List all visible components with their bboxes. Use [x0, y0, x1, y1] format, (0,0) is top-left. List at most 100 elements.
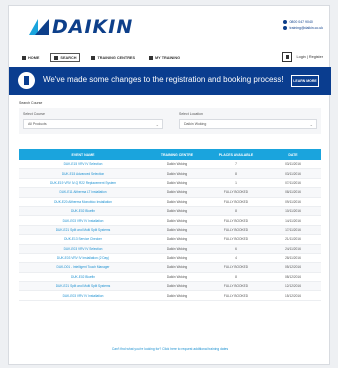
places-available-cell: 8: [235, 171, 237, 176]
column-header[interactable]: DATE: [265, 153, 321, 157]
places-available-cell: FULLY BOOKED: [223, 237, 249, 242]
phone-icon: [283, 20, 288, 24]
user-icon: [282, 52, 293, 62]
event-name-link[interactable]: DUK-E02 Bluefin: [19, 209, 147, 213]
table-row[interactable]: DUK-E03 VRV IV Selection Daikin Woking 6 24…: [19, 244, 321, 254]
places-available-cell: FULLY BOOKED: [223, 284, 249, 289]
table-row[interactable]: DUK-D01 - Intelligent Touch Manager Daiki…: [19, 263, 321, 273]
logo-mark-icon: [29, 18, 49, 36]
column-header[interactable]: TRAINING CENTRE: [147, 153, 207, 157]
table-row[interactable]: DUK-E03 VRV IV Installation Daikin Woking…: [19, 216, 321, 226]
date-cell: 05/12/2016: [285, 265, 301, 270]
table-row[interactable]: DUK-E21 Split and Multi Split Systems Dai…: [19, 225, 321, 236]
table-row[interactable]: DUK-E03 VRV IV Installation Daikin Woking…: [19, 291, 321, 301]
places-available-cell: FULLY BOOKED: [223, 218, 249, 223]
table-row[interactable]: DUK-E13 Service Checker Daikin Woking FULL…: [19, 235, 321, 245]
event-name-link[interactable]: DUK-E03 VRV IV Selection: [19, 247, 147, 251]
search-icon: [54, 55, 59, 60]
nav-home[interactable]: HOME: [19, 53, 42, 62]
event-name-link[interactable]: DUK-D01 - Intelligent Touch Manager: [19, 265, 147, 269]
column-header[interactable]: EVENT NAME: [19, 153, 147, 157]
places-available-cell: FULLY BOOKED: [223, 190, 249, 195]
email-contact[interactable]: training@daikin.co.uk: [283, 25, 323, 31]
date-cell: 07/11/2016: [285, 180, 301, 185]
places-available-cell: FULLY BOOKED: [223, 293, 249, 298]
places-available-cell: FULLY BOOKED: [223, 265, 249, 270]
search-filters: Select Course All Products ⌄ Select Loca…: [19, 108, 321, 134]
places-available-cell: 8: [235, 209, 237, 214]
training-centre-cell: Daikin Woking: [166, 246, 188, 251]
nav-search[interactable]: SEARCH: [50, 53, 81, 62]
table-row[interactable]: DUK-E11 Altherma LT Installation Daikin W…: [19, 188, 321, 198]
logo-text: DAIKIN: [52, 16, 134, 38]
table-row[interactable]: DUK-E15 VRV IV Selection Daikin Woking 7 03…: [19, 160, 321, 170]
login-register-label: Login | Register: [296, 55, 323, 59]
event-name-link[interactable]: DUK-E03 VRV IV Installation: [19, 219, 147, 223]
nav-my-training[interactable]: MY TRAINING: [146, 53, 183, 62]
events-table: EVENT NAME TRAINING CENTRE PLACES AVAILA…: [19, 149, 321, 301]
event-name-link[interactable]: DUK-E15 VRV IV Selection: [19, 162, 147, 166]
nav-training-centres-label: TRAINING CENTRES: [97, 55, 136, 60]
nav-my-training-label: MY TRAINING: [155, 55, 181, 60]
date-cell: 09/11/2016: [285, 199, 301, 204]
daikin-logo[interactable]: DAIKIN: [29, 16, 133, 38]
learn-more-button[interactable]: LEARN MORE: [291, 75, 319, 87]
table-row[interactable]: DUK-E20 Altherma Monobloc Installation Da…: [19, 198, 321, 207]
header: DAIKIN 0800 047 9040 training@daikin.co.…: [9, 6, 331, 48]
event-name-link[interactable]: DUK-E21 Split and Multi Split Systems: [19, 284, 147, 288]
date-cell: 17/11/2016: [285, 227, 301, 232]
event-name-link[interactable]: DUK-E03 VRV IV Installation (2 Day): [19, 256, 147, 260]
search-course-heading: Search Course: [19, 101, 43, 105]
table-row[interactable]: DUK-E15 Advanced Selection Daikin Woking 8…: [19, 169, 321, 179]
date-cell: 21/11/2016: [285, 237, 301, 242]
table-row[interactable]: DUK-E02 Bluefin Daikin Woking 8 10/11/2016: [19, 206, 321, 217]
date-cell: 12/12/2016: [285, 284, 301, 289]
event-name-link[interactable]: DUK-E20 Altherma Monobloc Installation: [19, 200, 147, 204]
training-centre-cell: Daikin Woking: [166, 256, 188, 261]
table-body: DUK-E15 VRV IV Selection Daikin Woking 7 03…: [19, 160, 321, 301]
nav-home-label: HOME: [28, 55, 40, 60]
email-address: training@daikin.co.uk: [289, 26, 323, 30]
nav-training-centres[interactable]: TRAINING CENTRES: [88, 53, 138, 62]
flag-icon: [149, 55, 154, 60]
nav-search-label: SEARCH: [60, 55, 77, 60]
megaphone-icon: [18, 72, 35, 89]
training-centre-cell: Daikin Woking: [166, 209, 188, 214]
event-name-link[interactable]: DUK-E11 Altherma LT Installation: [19, 190, 147, 194]
event-name-link[interactable]: DUK-E21 Split and Multi Split Systems: [19, 228, 147, 232]
training-centre-cell: Daikin Woking: [166, 199, 188, 204]
date-cell: 03/11/2016: [285, 162, 301, 167]
training-centre-cell: Daikin Woking: [166, 171, 188, 176]
location-select[interactable]: Daikin Woking ⌄: [179, 119, 317, 129]
training-centre-cell: Daikin Woking: [166, 293, 188, 298]
location-label: Select Location: [179, 112, 203, 116]
table-row[interactable]: DUK-E03 VRV IV Installation (2 Day) Daiki…: [19, 254, 321, 264]
training-centre-cell: Daikin Woking: [166, 190, 188, 195]
chevron-down-icon: ⌄: [309, 122, 313, 127]
places-available-cell: 7: [235, 162, 237, 167]
event-name-link[interactable]: DUK-E02 Bluefin: [19, 275, 147, 279]
table-row[interactable]: DUK-E21 Split and Multi Split Systems Dai…: [19, 282, 321, 292]
event-name-link[interactable]: DUK-E13 Service Checker: [19, 237, 147, 241]
course-select[interactable]: All Products ⌄: [23, 119, 163, 129]
event-name-link[interactable]: DUK-E19 VRV IV-Q R22 Replacement System: [19, 181, 147, 185]
training-centre-cell: Daikin Woking: [166, 265, 188, 270]
request-dates-link[interactable]: Can't find what you're looking for? Clic…: [9, 347, 331, 351]
email-icon: [283, 26, 288, 30]
table-header: EVENT NAME TRAINING CENTRE PLACES AVAILA…: [19, 149, 321, 160]
table-row[interactable]: DUK-E19 VRV IV-Q R22 Replacement System D…: [19, 179, 321, 189]
event-name-link[interactable]: DUK-E15 Advanced Selection: [19, 172, 147, 176]
location-select-value: Daikin Woking: [184, 122, 207, 126]
date-cell: 08/12/2016: [285, 274, 301, 279]
course-select-value: All Products: [28, 122, 47, 126]
date-cell: 28/11/2016: [285, 256, 301, 261]
column-header[interactable]: PLACES AVAILABLE: [207, 153, 265, 157]
date-cell: 03/11/2016: [285, 171, 301, 176]
training-centre-cell: Daikin Woking: [166, 180, 188, 185]
login-register[interactable]: Login | Register: [282, 52, 323, 62]
date-cell: 14/11/2016: [285, 218, 301, 223]
places-available-cell: FULLY BOOKED: [223, 227, 249, 232]
event-name-link[interactable]: DUK-E03 VRV IV Installation: [19, 294, 147, 298]
table-row[interactable]: DUK-E02 Bluefin Daikin Woking 8 08/12/2016: [19, 273, 321, 283]
course-label: Select Course: [23, 112, 45, 116]
